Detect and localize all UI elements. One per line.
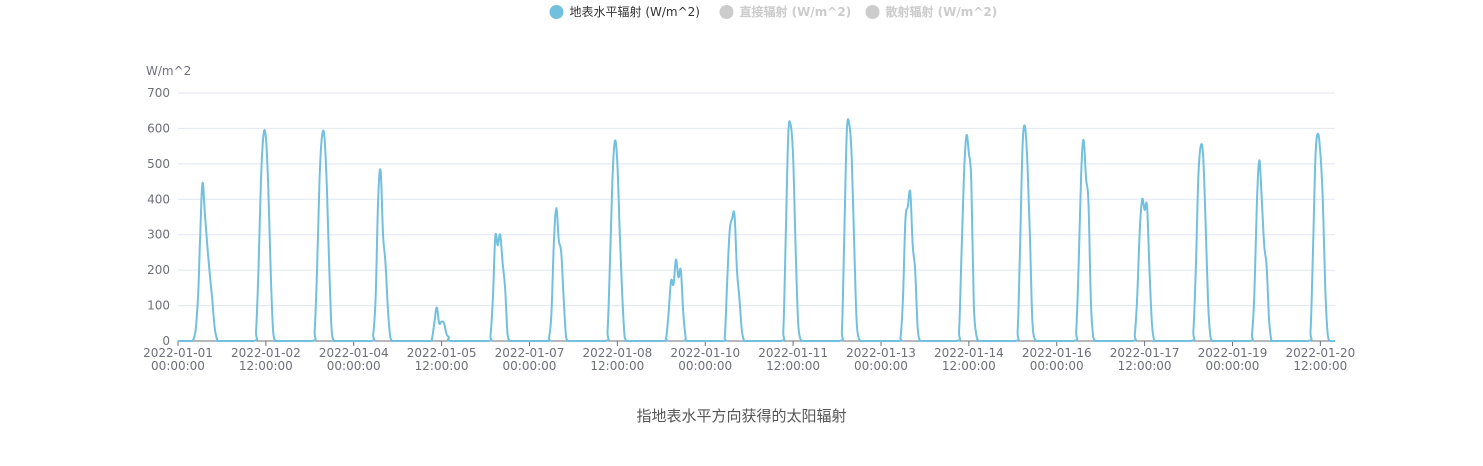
legend-item[interactable]: 地表水平辐射 (W/m^2) [549, 4, 700, 19]
x-tick-label: 2022-01-07 00:00:00 [495, 346, 565, 373]
x-tick-label: 2022-01-17 12:00:00 [1110, 346, 1180, 373]
x-tick-label: 2022-01-02 12:00:00 [231, 346, 301, 373]
legend-marker[interactable] [549, 5, 564, 19]
x-tick-label: 2022-01-20 12:00:00 [1285, 346, 1355, 373]
chart-caption: 指地表水平方向获得的太阳辐射 [636, 407, 847, 425]
x-tick-label: 2022-01-10 00:00:00 [670, 346, 740, 373]
x-tick-label: 2022-01-14 12:00:00 [934, 346, 1004, 373]
legend-label[interactable]: 地表水平辐射 (W/m^2) [570, 4, 700, 19]
legend-marker[interactable] [719, 5, 734, 19]
series-line [177, 118, 1335, 342]
x-tick-label: 2022-01-04 00:00:00 [319, 346, 389, 373]
x-axis: 2022-01-01 00:00:00 2022-01-02 12:00:00 2022… [143, 340, 1355, 373]
x-tick-label: 2022-01-19 00:00:00 [1198, 346, 1268, 373]
x-tick-label: 2022-01-13 00:00:00 [846, 346, 916, 373]
x-tick-label: 2022-01-01 00:00:00 [143, 346, 213, 373]
chart-svg: 地表水平辐射 (W/m^2) 直接辐射 (W/m^2) 散射辐射 (W/m^2) 0… [143, 4, 1355, 373]
x-tick-label: 2022-01-05 12:00:00 [407, 346, 477, 373]
legend-item[interactable]: 散射辐射 (W/m^2) [865, 4, 998, 19]
legend-marker[interactable] [865, 5, 880, 19]
y-tick-label: 300 [147, 228, 170, 242]
y-axis-name: W/m^2 [146, 64, 191, 78]
legend[interactable]: 地表水平辐射 (W/m^2) 直接辐射 (W/m^2) 散射辐射 (W/m^2) [549, 4, 998, 19]
series-group [177, 118, 1335, 342]
y-axis-ticks: 0100200300400500600700 [147, 86, 170, 348]
y-tick-label: 500 [147, 157, 170, 171]
y-tick-label: 200 [147, 263, 170, 277]
x-tick-label: 2022-01-08 12:00:00 [582, 346, 652, 373]
legend-label[interactable]: 直接辐射 (W/m^2) [740, 4, 852, 19]
y-tick-label: 700 [147, 86, 170, 100]
legend-label[interactable]: 散射辐射 (W/m^2) [886, 4, 998, 19]
legend-item[interactable]: 直接辐射 (W/m^2) [719, 4, 852, 19]
x-tick-label: 2022-01-16 00:00:00 [1022, 346, 1092, 373]
grid-lines [178, 92, 1335, 307]
y-tick-label: 600 [147, 121, 170, 135]
y-tick-label: 400 [147, 192, 170, 206]
y-tick-label: 100 [147, 299, 170, 313]
x-tick-label: 2022-01-11 12:00:00 [758, 346, 828, 373]
